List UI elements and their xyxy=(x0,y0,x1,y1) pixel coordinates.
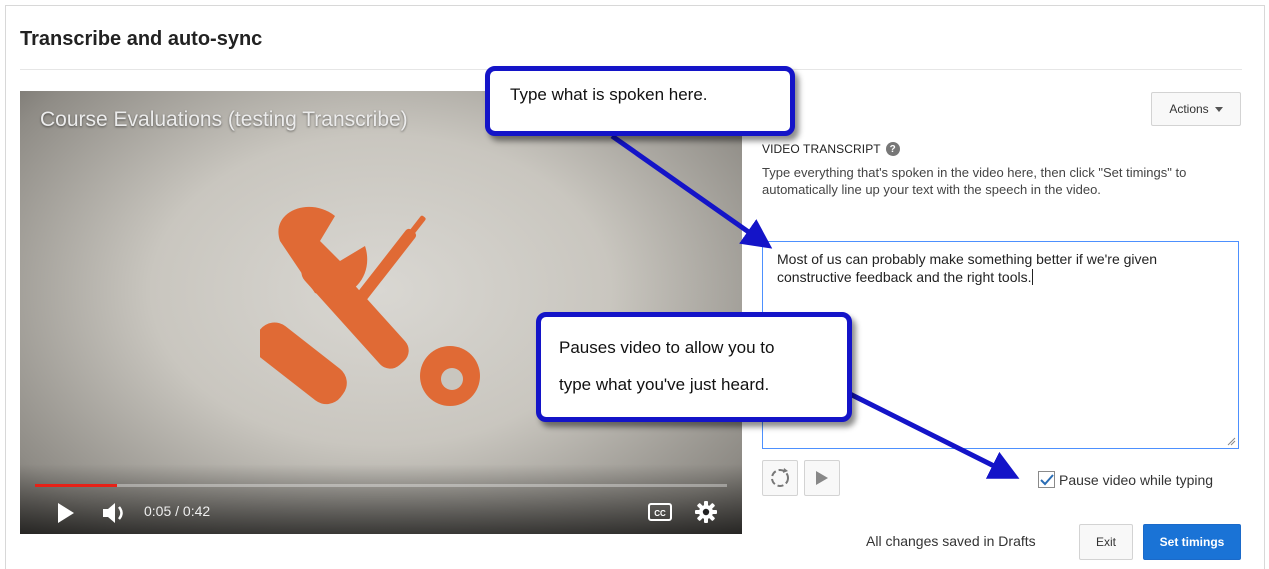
wrench-screwdriver-icon xyxy=(260,206,480,406)
time-readout: 0:05 / 0:42 xyxy=(144,503,211,519)
transcript-heading: VIDEO TRANSCRIPT ? xyxy=(762,142,900,156)
text-cursor xyxy=(1032,269,1034,285)
progress-played xyxy=(35,484,118,487)
play-button[interactable] xyxy=(804,460,840,496)
save-status: All changes saved in Drafts xyxy=(866,533,1036,549)
pause-while-typing-row[interactable]: Pause video while typing xyxy=(1038,471,1213,488)
pause-while-typing-label[interactable]: Pause video while typing xyxy=(1059,472,1213,488)
help-icon[interactable]: ? xyxy=(885,142,900,156)
actions-label: Actions xyxy=(1169,102,1209,116)
callout-pause-line2: type what you've just heard. xyxy=(559,375,770,394)
closed-captions-icon[interactable]: CC xyxy=(648,503,672,521)
svg-text:CC: CC xyxy=(654,509,666,518)
volume-icon[interactable] xyxy=(102,502,130,524)
set-timings-button[interactable]: Set timings xyxy=(1143,524,1241,560)
callout-type-here: Type what is spoken here. xyxy=(485,66,795,136)
transcript-label: VIDEO TRANSCRIPT xyxy=(762,142,881,156)
callout-pause-line1: Pauses video to allow you to xyxy=(559,338,775,357)
checkmark-icon xyxy=(1039,473,1054,485)
caret-down-icon xyxy=(1214,106,1223,112)
transcript-instructions: Type everything that's spoken in the vid… xyxy=(762,165,1187,197)
callout-pause-video: Pauses video to allow you to type what y… xyxy=(536,312,852,422)
wrench-head xyxy=(278,206,368,297)
actions-dropdown[interactable]: Actions xyxy=(1151,92,1241,126)
replay-icon xyxy=(771,468,789,487)
resize-grip-icon[interactable] xyxy=(1227,437,1236,446)
screwdriver-handle xyxy=(260,322,347,405)
exit-button[interactable]: Exit xyxy=(1079,524,1133,560)
play-icon[interactable] xyxy=(56,502,76,524)
pause-while-typing-checkbox[interactable] xyxy=(1038,471,1055,488)
page-title: Transcribe and auto-sync xyxy=(20,28,263,50)
transcript-text[interactable]: Most of us can probably make something b… xyxy=(777,251,1157,285)
gear-icon[interactable] xyxy=(695,501,717,523)
wrench-ring-hole xyxy=(441,368,463,390)
video-title[interactable]: Course Evaluations (testing Transcribe) xyxy=(40,108,408,132)
replay-button[interactable] xyxy=(762,460,798,496)
progress-bar[interactable] xyxy=(35,484,727,487)
callout-type-here-text: Type what is spoken here. xyxy=(510,85,708,104)
play-icon xyxy=(816,471,828,485)
